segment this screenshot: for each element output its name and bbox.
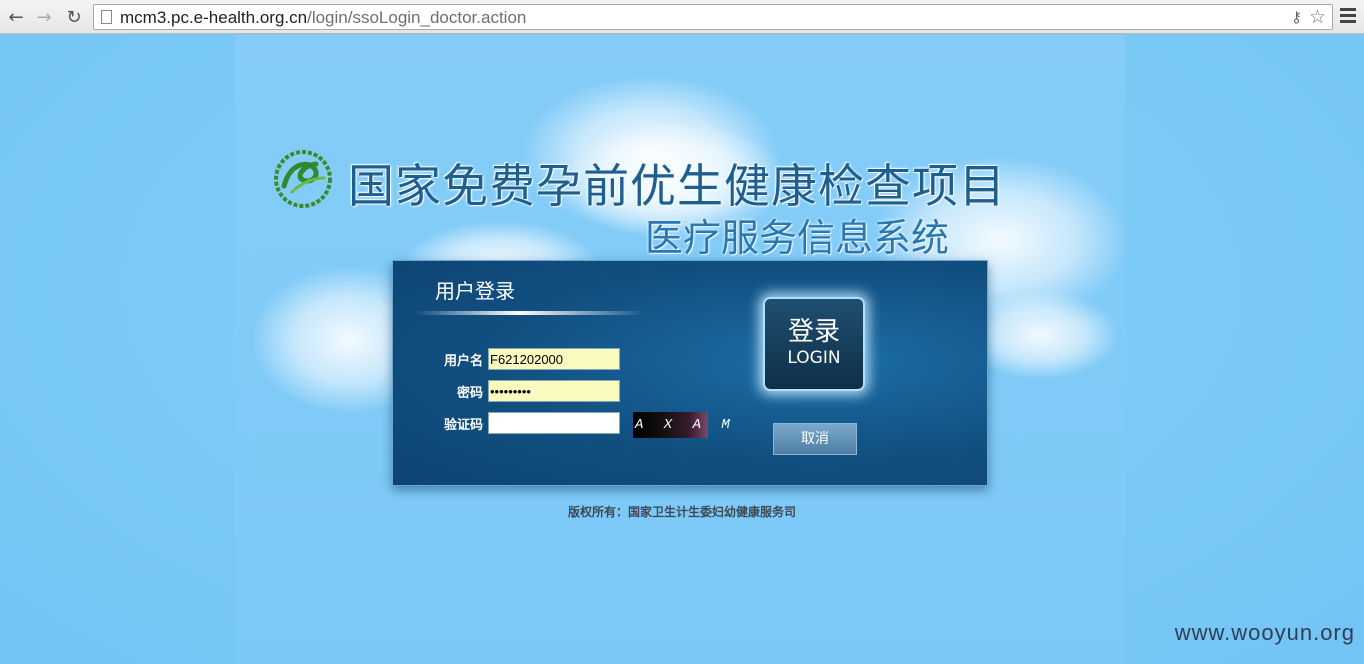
login-button-label-en: LOGIN: [787, 348, 841, 368]
project-logo-icon: [274, 150, 332, 208]
page-icon: [101, 10, 112, 24]
title-divider: [415, 311, 645, 315]
copyright-label: 版权所有：国家卫生计生委妇幼健康服务司: [567, 505, 796, 519]
login-panel: 用户登录 用户名 密码 验证码 A X A M 登录 LOGIN 取消: [392, 260, 988, 486]
forward-arrow-icon[interactable]: →: [32, 5, 56, 29]
url-host: mcm3.pc.e-health.org.cn: [120, 8, 308, 27]
captcha-image[interactable]: A X A M: [633, 412, 730, 438]
reload-icon[interactable]: ↻: [62, 5, 86, 29]
address-bar[interactable]: mcm3.pc.e-health.org.cn/login/ssoLogin_d…: [93, 4, 1333, 30]
password-label: 密码: [456, 386, 483, 401]
password-input[interactable]: [488, 380, 620, 402]
captcha-label: 验证码: [443, 418, 483, 433]
copyright-text: 版权所有：国家卫生计生委妇幼健康服务司: [0, 503, 1364, 520]
page-subtitle: 医疗服务信息系统: [645, 216, 950, 260]
login-button-label-cn: 登录: [787, 317, 840, 347]
browser-menu-icon[interactable]: [1340, 8, 1356, 26]
url-path: /login/ssoLogin_doctor.action: [307, 8, 527, 27]
login-panel-title: 用户登录: [435, 279, 515, 303]
key-icon[interactable]: ⚷: [1291, 8, 1302, 26]
login-button[interactable]: 登录 LOGIN: [763, 297, 865, 391]
captcha-input[interactable]: [488, 412, 620, 434]
browser-toolbar: ← → ↻ mcm3.pc.e-health.org.cn/login/ssoL…: [0, 0, 1364, 34]
watermark-text: www.wooyun.org: [1174, 620, 1355, 645]
bookmark-star-icon[interactable]: ☆: [1309, 6, 1326, 28]
username-input[interactable]: [488, 348, 620, 370]
url-text[interactable]: mcm3.pc.e-health.org.cn/login/ssoLogin_d…: [120, 8, 526, 28]
username-label: 用户名: [443, 354, 483, 369]
cancel-button[interactable]: 取消: [773, 423, 857, 455]
back-arrow-icon[interactable]: ←: [4, 5, 28, 29]
